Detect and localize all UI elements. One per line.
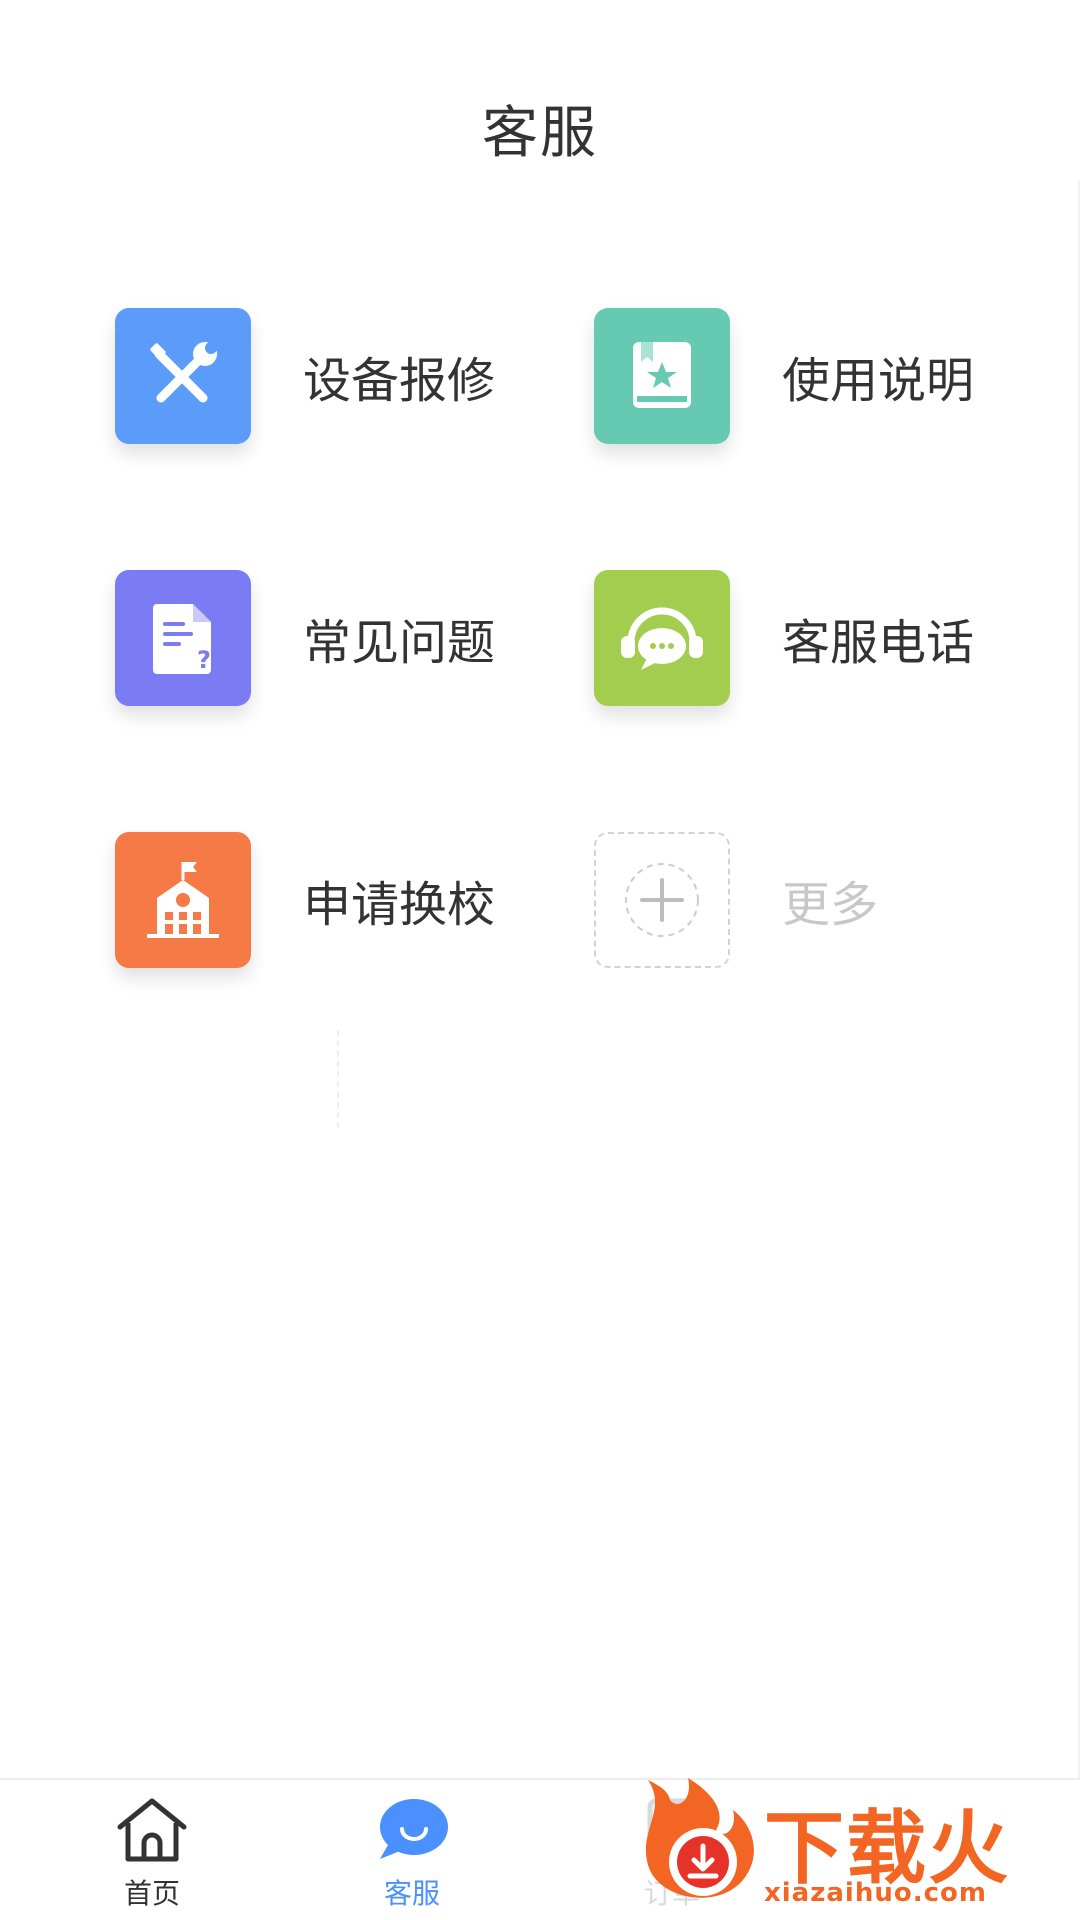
tile-label: 申请换校 bbox=[303, 877, 496, 933]
tile-label: 客服电话 bbox=[782, 615, 975, 671]
customer-service-page: 客服 设备报修 使用说明 ? 常见问题 客服电话 申请换校 更多 首页 客服 订… bbox=[0, 0, 1080, 1920]
page-title: 客服 bbox=[482, 101, 598, 166]
tab-home[interactable]: 首页 bbox=[77, 1794, 227, 1912]
tile-more[interactable]: 更多 bbox=[594, 832, 878, 968]
school-building-icon bbox=[115, 832, 251, 968]
home-icon bbox=[77, 1794, 227, 1866]
document-question-icon: ? bbox=[115, 570, 251, 706]
tab-customer-service[interactable]: 客服 bbox=[337, 1794, 487, 1912]
tile-label: 常见问题 bbox=[303, 615, 496, 671]
tile-faq[interactable]: ? 常见问题 bbox=[115, 570, 495, 706]
tile-apply-school-change[interactable]: 申请换校 bbox=[115, 832, 495, 968]
book-star-icon bbox=[594, 308, 730, 444]
watermark-url: xiazaihuo.com bbox=[764, 1878, 987, 1908]
tile-label: 使用说明 bbox=[782, 353, 975, 409]
tab-label: 首页 bbox=[123, 1877, 180, 1910]
tile-label: 更多 bbox=[782, 877, 879, 933]
tile-device-repair[interactable]: 设备报修 bbox=[115, 308, 495, 444]
plus-circle-icon bbox=[594, 832, 730, 968]
tile-label: 设备报修 bbox=[303, 353, 496, 409]
tile-service-phone[interactable]: 客服电话 bbox=[594, 570, 974, 706]
flame-logo-icon bbox=[645, 1778, 754, 1898]
faint-divider bbox=[337, 1030, 339, 1128]
wrench-screwdriver-icon bbox=[115, 308, 251, 444]
chat-smile-icon bbox=[337, 1794, 487, 1866]
tab-label: 客服 bbox=[383, 1877, 440, 1910]
tile-user-guide[interactable]: 使用说明 bbox=[594, 308, 974, 444]
svg-text:?: ? bbox=[197, 646, 211, 674]
watermark-logo: 下载火 xiazaihuo.com bbox=[628, 1770, 1068, 1910]
headset-chat-icon bbox=[594, 570, 730, 706]
